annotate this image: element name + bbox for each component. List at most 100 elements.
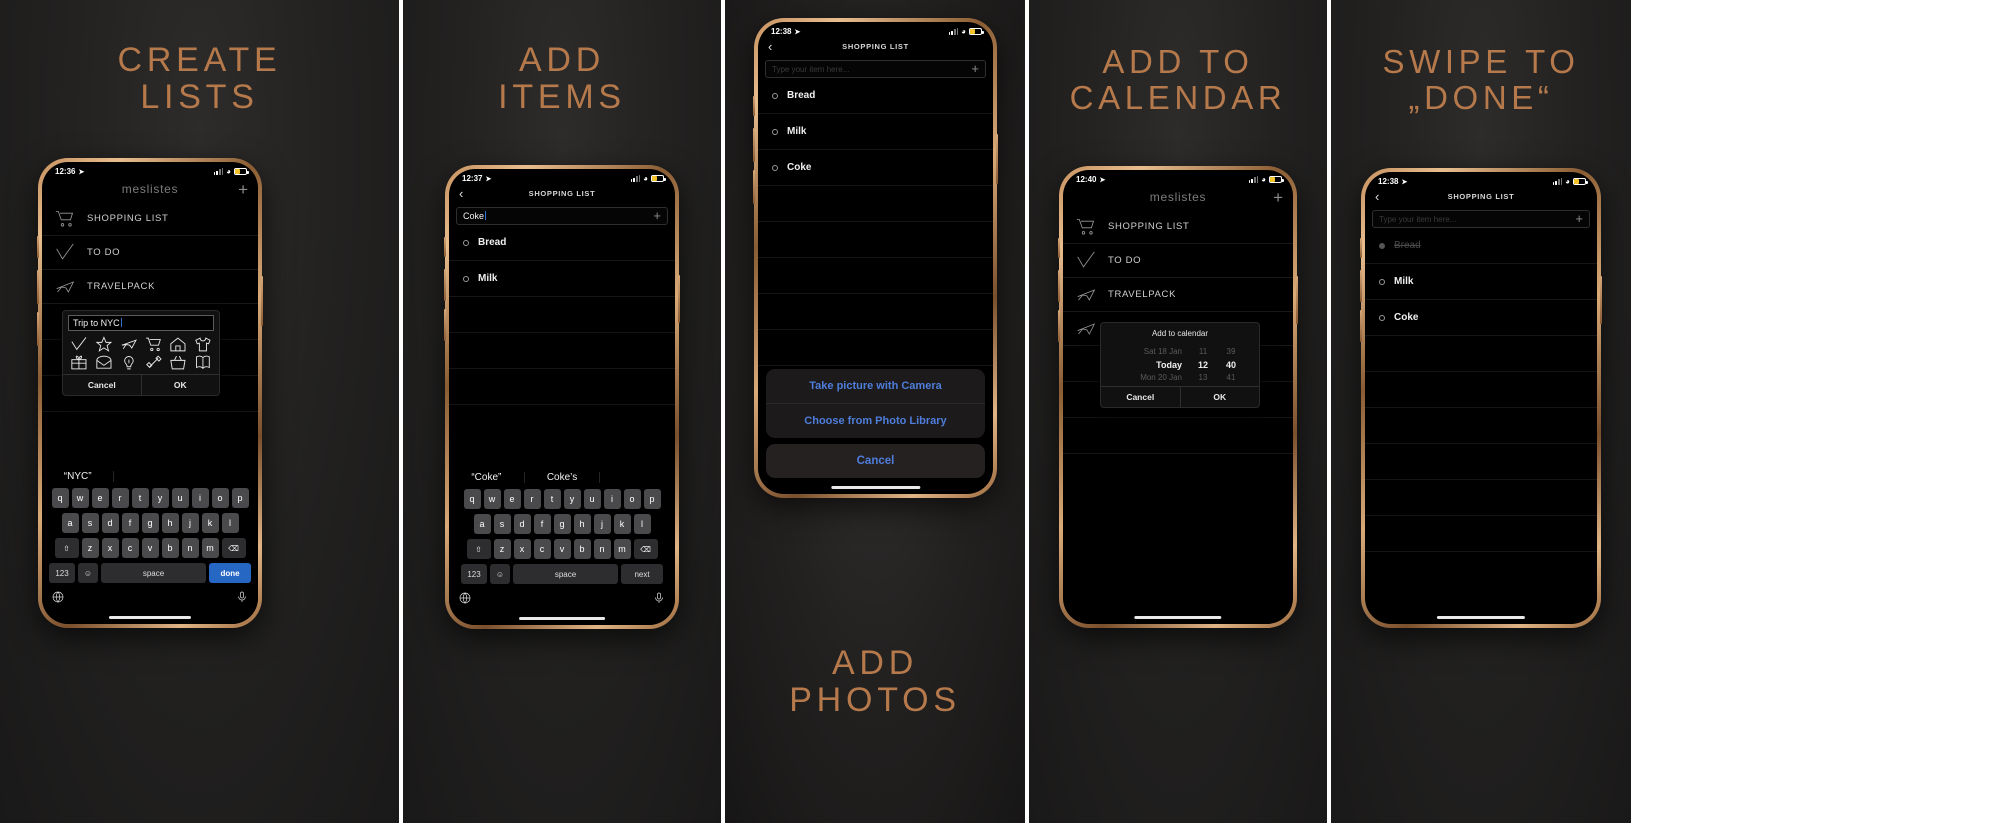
key-q[interactable]: q bbox=[463, 489, 481, 509]
suggestion-1[interactable]: “Coke” bbox=[449, 471, 525, 483]
list-item-done[interactable]: Bread bbox=[1365, 228, 1597, 265]
list-item[interactable]: Coke bbox=[758, 150, 993, 187]
cancel-button[interactable]: Cancel bbox=[1101, 387, 1181, 407]
keyboard-row-2[interactable]: a s d f g h j k l bbox=[449, 514, 675, 534]
key-d[interactable]: d bbox=[101, 513, 119, 533]
star-icon[interactable] bbox=[92, 336, 116, 353]
key-u[interactable]: u bbox=[583, 489, 601, 509]
key-a[interactable]: a bbox=[61, 513, 79, 533]
basket-icon[interactable] bbox=[166, 354, 190, 371]
key-r[interactable]: r bbox=[111, 488, 129, 508]
key-f[interactable]: f bbox=[121, 513, 139, 533]
list-row-shopping[interactable]: SHOPPING LIST bbox=[42, 202, 258, 236]
key-w[interactable]: w bbox=[71, 488, 89, 508]
ios-keyboard[interactable]: “NYC” q w e r t y u i o p a s d f g h j … bbox=[42, 464, 258, 624]
list-item[interactable]: Milk bbox=[449, 261, 675, 298]
key-h[interactable]: h bbox=[573, 514, 591, 534]
tshirt-icon[interactable] bbox=[191, 336, 215, 353]
key-f[interactable]: f bbox=[533, 514, 551, 534]
key-g[interactable]: g bbox=[141, 513, 159, 533]
item-bullet-icon[interactable] bbox=[772, 92, 778, 99]
key-j[interactable]: j bbox=[593, 514, 611, 534]
key-x[interactable]: x bbox=[513, 539, 531, 559]
suggestion-bar[interactable]: “NYC” bbox=[42, 464, 258, 488]
key-m[interactable]: m bbox=[613, 539, 631, 559]
photo-action-sheet[interactable]: Take picture with Camera Choose from Pho… bbox=[766, 369, 985, 478]
key-i[interactable]: i bbox=[603, 489, 621, 509]
add-item-button[interactable]: + bbox=[971, 62, 979, 76]
picker-row[interactable]: Mon 20 Jan 13 41 bbox=[1101, 371, 1259, 384]
key-v[interactable]: v bbox=[141, 538, 159, 558]
item-bullet-icon[interactable] bbox=[1379, 242, 1385, 249]
envelope-icon[interactable] bbox=[92, 354, 116, 371]
list-item[interactable]: Milk bbox=[1365, 264, 1597, 301]
numbers-key[interactable]: 123 bbox=[461, 564, 487, 584]
new-item-input-bar[interactable]: Coke + bbox=[456, 207, 668, 226]
space-key[interactable]: space bbox=[101, 563, 206, 583]
shift-key-icon[interactable]: ⇧ bbox=[54, 538, 79, 558]
key-o[interactable]: o bbox=[211, 488, 229, 508]
list-row-travelpack[interactable]: TRAVELPACK bbox=[1063, 278, 1293, 312]
cancel-button[interactable]: Cancel bbox=[766, 444, 985, 478]
list-row-travelpack[interactable]: TRAVELPACK bbox=[42, 270, 258, 304]
key-x[interactable]: x bbox=[101, 538, 119, 558]
picker-row[interactable]: Sat 18 Jan 11 39 bbox=[1101, 345, 1259, 358]
emoji-key-icon[interactable]: ☺ bbox=[78, 563, 98, 583]
add-item-button[interactable]: + bbox=[653, 209, 661, 223]
key-y[interactable]: y bbox=[151, 488, 169, 508]
keyboard-row-2[interactable]: a s d f g h j k l bbox=[42, 513, 258, 533]
key-r[interactable]: r bbox=[523, 489, 541, 509]
item-bullet-icon[interactable] bbox=[463, 275, 469, 282]
key-j[interactable]: j bbox=[181, 513, 199, 533]
key-v[interactable]: v bbox=[553, 539, 571, 559]
key-d[interactable]: d bbox=[513, 514, 531, 534]
keyboard-row-4[interactable]: 123 ☺ space done bbox=[42, 563, 258, 583]
key-o[interactable]: o bbox=[623, 489, 641, 509]
list-name-input[interactable]: Trip to NYC bbox=[68, 315, 214, 331]
choose-library-option[interactable]: Choose from Photo Library bbox=[766, 404, 985, 438]
key-z[interactable]: z bbox=[81, 538, 99, 558]
keyboard-row-3[interactable]: ⇧ z x c v b n m ⌫ bbox=[42, 538, 258, 558]
key-a[interactable]: a bbox=[473, 514, 491, 534]
check-icon[interactable] bbox=[67, 336, 91, 353]
new-item-input-bar[interactable]: Type your item here... + bbox=[1372, 210, 1590, 229]
house-icon[interactable] bbox=[166, 336, 190, 353]
add-item-button[interactable]: + bbox=[1575, 212, 1583, 226]
key-y[interactable]: y bbox=[563, 489, 581, 509]
take-picture-option[interactable]: Take picture with Camera bbox=[766, 369, 985, 404]
microphone-icon[interactable] bbox=[653, 591, 665, 609]
numbers-key[interactable]: 123 bbox=[49, 563, 75, 583]
emoji-key-icon[interactable]: ☺ bbox=[490, 564, 510, 584]
cancel-button[interactable]: Cancel bbox=[63, 375, 142, 395]
key-i[interactable]: i bbox=[191, 488, 209, 508]
key-z[interactable]: z bbox=[493, 539, 511, 559]
cart-icon[interactable] bbox=[142, 336, 166, 353]
key-t[interactable]: t bbox=[131, 488, 149, 508]
list-item[interactable]: Coke bbox=[1365, 300, 1597, 337]
keyboard-row-3[interactable]: ⇧ z x c v b n m ⌫ bbox=[449, 539, 675, 559]
ok-button[interactable]: OK bbox=[1181, 387, 1260, 407]
dumbbell-icon[interactable] bbox=[142, 354, 166, 371]
suggestion-bar[interactable]: “Coke” Coke’s bbox=[449, 465, 675, 489]
key-w[interactable]: w bbox=[483, 489, 501, 509]
item-bullet-icon[interactable] bbox=[772, 164, 778, 171]
keyboard-row-1[interactable]: q w e r t y u i o p bbox=[42, 488, 258, 508]
suggestion-1[interactable]: “NYC” bbox=[42, 470, 115, 482]
new-item-input[interactable]: Coke bbox=[463, 211, 647, 221]
key-n[interactable]: n bbox=[181, 538, 199, 558]
suggestion-2[interactable]: Coke’s bbox=[525, 471, 601, 483]
key-k[interactable]: k bbox=[613, 514, 631, 534]
keyboard-row-4[interactable]: 123 ☺ space next bbox=[449, 564, 675, 584]
list-row-todo[interactable]: TO DO bbox=[42, 236, 258, 270]
key-l[interactable]: l bbox=[633, 514, 651, 534]
done-key[interactable]: done bbox=[209, 563, 251, 583]
key-b[interactable]: b bbox=[573, 539, 591, 559]
icon-picker[interactable] bbox=[63, 331, 219, 374]
list-item[interactable]: Milk bbox=[758, 114, 993, 151]
key-u[interactable]: u bbox=[171, 488, 189, 508]
key-g[interactable]: g bbox=[553, 514, 571, 534]
key-n[interactable]: n bbox=[593, 539, 611, 559]
key-m[interactable]: m bbox=[201, 538, 219, 558]
item-bullet-icon[interactable] bbox=[1379, 278, 1385, 285]
key-p[interactable]: p bbox=[643, 489, 661, 509]
